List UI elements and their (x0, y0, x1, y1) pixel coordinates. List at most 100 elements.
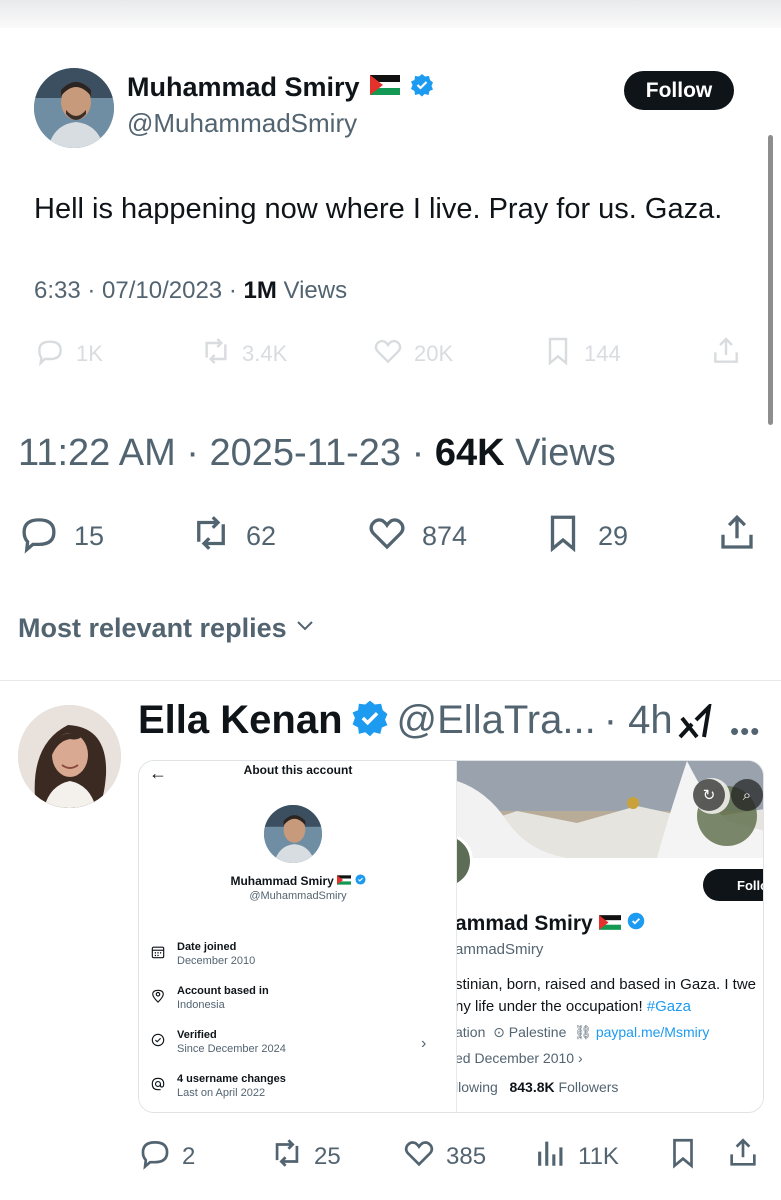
follow-button[interactable]: Follow (624, 71, 734, 110)
about-account-avatar (264, 805, 322, 863)
quoted-avatar[interactable] (34, 68, 114, 148)
scrollbar[interactable] (768, 135, 773, 425)
reply-action-bar: 2 25 385 11K (0, 1136, 781, 1172)
about-row-label: 4 username changes (177, 1073, 286, 1085)
quoted-action-bar: 1K 3.4K 20K 144 (0, 335, 781, 367)
reply-display-name[interactable]: Ella Kenan (138, 698, 343, 743)
about-row-label: Date joined (177, 941, 237, 953)
quoted-repost-count: 3.4K (242, 341, 288, 366)
repost-button[interactable]: 62 (190, 512, 276, 561)
heart-icon (372, 335, 404, 373)
quoted-bookmark-button[interactable]: 144 (542, 335, 621, 373)
chevron-down-icon (293, 613, 317, 644)
repost-icon (190, 512, 232, 561)
verified-badge-icon (410, 73, 434, 102)
profile-name: ammad Smiry (457, 912, 645, 936)
bookmark-button[interactable]: 29 (542, 512, 628, 561)
profile-joined-text: ed December 2010 (457, 1050, 575, 1066)
quoted-tweet-text: Hell is happening now where I live. Pray… (34, 193, 723, 225)
analytics-icon (534, 1136, 568, 1177)
about-row-date-joined: Date joined December 2010 (151, 941, 255, 967)
grok-icon[interactable] (676, 701, 712, 740)
reply-like-button[interactable]: 385 (402, 1136, 486, 1177)
reply-reply-button[interactable]: 2 (138, 1136, 195, 1177)
profile-screenshot-panel: ↻ ⌕ Follo ammad Smiry ammadSmiry stinian… (457, 761, 763, 1112)
about-row-value: Last on April 2022 (177, 1087, 266, 1099)
tweet-views-label: Views (504, 432, 616, 474)
quoted-share-button[interactable] (710, 335, 742, 373)
profile-followers-count: 843.8K (509, 1079, 555, 1095)
quoted-views-count: 1M (243, 277, 277, 304)
bookmark-icon (542, 512, 584, 561)
about-account-name: Muhammad Smiry (139, 874, 457, 888)
about-row-value: Indonesia (177, 999, 225, 1011)
like-count: 874 (422, 521, 468, 551)
verified-badge-icon (627, 912, 645, 936)
quoted-timestamp[interactable]: 6:33 · 07/10/2023 · (34, 277, 243, 304)
verified-check-icon (151, 1029, 165, 1055)
quoted-display-name[interactable]: Muhammad Smiry (127, 72, 360, 103)
share-icon (726, 1136, 760, 1177)
profile-banner: ↻ ⌕ (457, 761, 763, 858)
reply-image[interactable]: ← About this account Muhammad Smiry @Muh… (138, 760, 764, 1113)
bookmark-icon (542, 335, 574, 373)
profile-follow-button: Follo (703, 869, 763, 901)
heart-icon (402, 1136, 436, 1177)
tweet-meta: 11:22 AM · 2025-11-23 · 64K Views (18, 432, 616, 475)
quoted-repost-button[interactable]: 3.4K (200, 335, 287, 373)
profile-joined: ed December 2010 › (457, 1050, 583, 1066)
share-button[interactable] (716, 512, 758, 561)
replies-sort-dropdown[interactable]: Most relevant replies (18, 613, 317, 644)
bookmark-icon (666, 1136, 700, 1177)
about-row-username-changes: 4 username changes Last on April 2022 (151, 1073, 286, 1099)
verified-badge-icon (354, 874, 366, 888)
location-icon (151, 985, 165, 1011)
quoted-views-label: Views (276, 277, 348, 304)
refresh-icon[interactable]: ↻ (693, 779, 725, 811)
replies-sort-label: Most relevant replies (18, 613, 287, 643)
profile-info: ation ⊙ Palestine ⛓ paypal.me/Msmiry (457, 1024, 709, 1041)
about-row-label: Verified (177, 1029, 217, 1041)
share-icon (710, 335, 742, 373)
reply-repost-count: 25 (314, 1142, 341, 1170)
more-options-icon[interactable]: ••• (730, 716, 760, 747)
location-icon: ⊙ (493, 1024, 505, 1040)
search-icon[interactable]: ⌕ (731, 779, 763, 811)
about-row-verified[interactable]: Verified Since December 2024 (151, 1029, 286, 1055)
link-icon: ⛓ (574, 1024, 592, 1040)
reply-header: Ella Kenan @EllaTra... · 4h (138, 698, 673, 743)
tweet-timestamp[interactable]: 11:22 AM · 2025-11-23 · (18, 432, 435, 474)
profile-location: Palestine (508, 1024, 567, 1040)
like-button[interactable]: 874 (366, 512, 467, 561)
reply-avatar[interactable] (18, 705, 121, 808)
reply-views-count: 11K (578, 1142, 619, 1170)
palestine-flag-icon (369, 75, 400, 100)
reply-button[interactable]: 15 (18, 512, 104, 561)
reply-views-button[interactable]: 11K (534, 1136, 619, 1177)
palestine-flag-icon (598, 912, 621, 936)
calendar-icon (151, 941, 165, 967)
profile-info-prefix: ation (457, 1024, 486, 1040)
reply-share-button[interactable] (726, 1136, 760, 1177)
quoted-reply-button[interactable]: 1K (34, 335, 103, 373)
repost-icon (200, 335, 232, 373)
profile-follow-counts: llowing 843.8K Followers (457, 1079, 618, 1095)
reply-bookmark-button[interactable] (666, 1136, 700, 1177)
about-row-value: December 2010 (177, 955, 256, 967)
reply-reply-count: 2 (182, 1142, 196, 1170)
chevron-right-icon: › (577, 1050, 583, 1066)
profile-bio-line2: ny life under the occupation! (457, 998, 647, 1015)
profile-handle: ammadSmiry (457, 941, 544, 958)
about-row-account-based: Account based in Indonesia (151, 985, 269, 1011)
profile-bio-hashtag: #Gaza (646, 998, 691, 1015)
quoted-like-button[interactable]: 20K (372, 335, 453, 373)
quoted-like-count: 20K (414, 341, 454, 366)
quoted-handle[interactable]: @MuhammadSmiry (127, 108, 357, 139)
repost-icon (270, 1136, 304, 1177)
profile-name-text: ammad Smiry (457, 912, 593, 935)
reply-time[interactable]: · 4h (604, 698, 673, 743)
repost-count: 62 (246, 521, 277, 551)
reply-repost-button[interactable]: 25 (270, 1136, 341, 1177)
reply-handle[interactable]: @EllaTra... (397, 698, 596, 743)
tweet-views-count: 64K (434, 432, 505, 474)
